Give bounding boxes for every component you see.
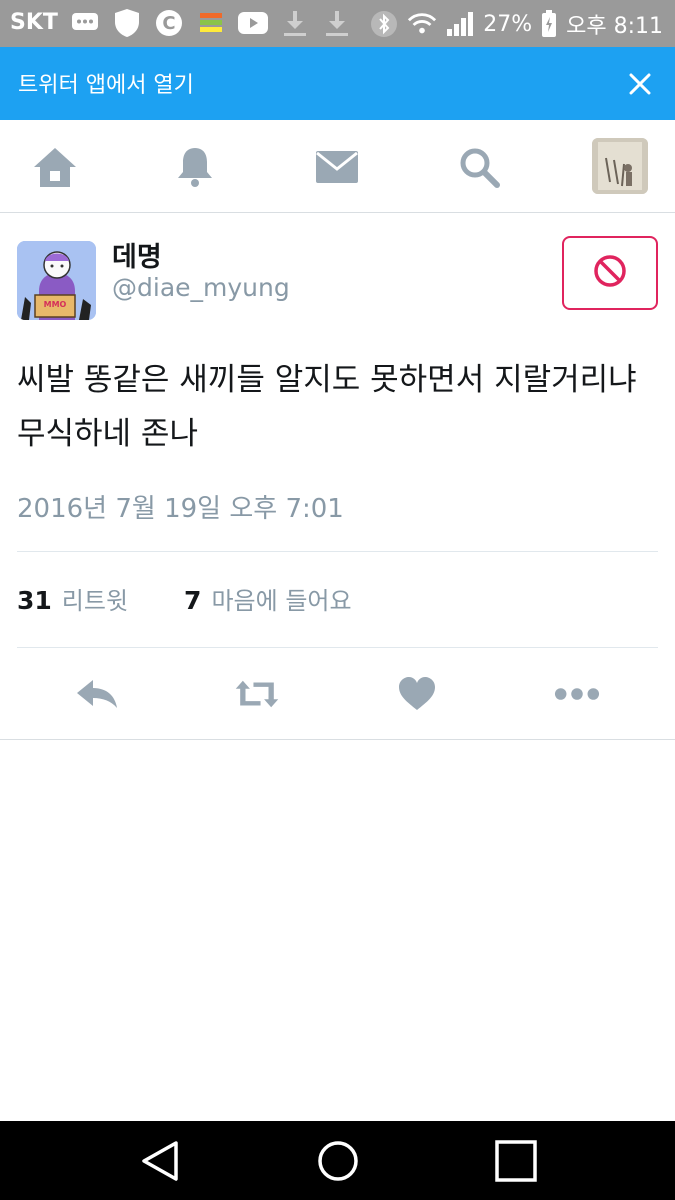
recents-icon[interactable] xyxy=(494,1139,538,1183)
notification-icons: C xyxy=(70,8,352,38)
notifications-icon[interactable] xyxy=(170,142,220,192)
divider xyxy=(17,551,658,552)
chat-icon xyxy=(70,8,100,38)
like-count[interactable]: 7 xyxy=(184,586,201,615)
close-icon[interactable] xyxy=(625,69,655,99)
c-icon: C xyxy=(154,8,184,38)
clock: 오후 8:11 xyxy=(566,14,663,39)
home-button-icon[interactable] xyxy=(316,1139,360,1183)
svg-text:C: C xyxy=(162,13,175,34)
status-bar: SKT C 27% 오후 8:11 xyxy=(0,0,675,47)
banner-text[interactable]: 트위터 앱에서 열기 xyxy=(18,67,194,99)
carrier-label: SKT xyxy=(10,10,58,35)
top-nav xyxy=(0,120,675,213)
bluetooth-icon xyxy=(369,9,399,39)
retweet-icon[interactable] xyxy=(234,674,280,714)
tweet-stats: 31 리트윗 7 마음에 들어요 xyxy=(17,581,352,616)
youtube-icon xyxy=(238,8,268,38)
blocked-button[interactable] xyxy=(562,236,658,310)
like-label[interactable]: 마음에 들어요 xyxy=(211,581,351,616)
shield-icon xyxy=(112,8,142,38)
block-icon xyxy=(593,254,627,292)
battery-percent: 27% xyxy=(483,11,533,37)
signal-icon xyxy=(445,9,475,39)
download-icon xyxy=(280,8,310,38)
system-nav-bar xyxy=(0,1121,675,1200)
reply-icon[interactable] xyxy=(74,674,120,714)
retweet-count[interactable]: 31 xyxy=(17,586,52,615)
wifi-icon xyxy=(407,9,437,39)
tweet-timestamp[interactable]: 2016년 7월 19일 오후 7:01 xyxy=(17,488,344,525)
author-handle[interactable]: @diae_myung xyxy=(112,273,290,302)
home-icon[interactable] xyxy=(30,142,80,192)
more-icon[interactable] xyxy=(554,674,600,714)
status-right: 27% 오후 8:11 xyxy=(369,8,663,40)
tweet-text: 씨발 똥같은 새끼들 알지도 못하면서 지랄거리냐 무식하네 존나 xyxy=(17,362,637,452)
search-icon[interactable] xyxy=(454,142,504,192)
open-in-app-banner[interactable]: 트위터 앱에서 열기 xyxy=(0,47,675,120)
like-icon[interactable] xyxy=(394,674,440,714)
back-icon[interactable] xyxy=(138,1139,182,1183)
retweet-label[interactable]: 리트윗 xyxy=(62,581,128,616)
download-icon xyxy=(322,8,352,38)
messages-icon[interactable] xyxy=(312,142,362,192)
author-avatar[interactable]: MMO xyxy=(17,241,96,320)
svg-text:MMO: MMO xyxy=(44,300,67,309)
profile-avatar[interactable] xyxy=(592,138,648,194)
battery-icon xyxy=(540,9,558,39)
tweet-actions xyxy=(0,648,675,740)
app-icon xyxy=(196,8,226,38)
author-name[interactable]: 데명 xyxy=(112,235,162,274)
